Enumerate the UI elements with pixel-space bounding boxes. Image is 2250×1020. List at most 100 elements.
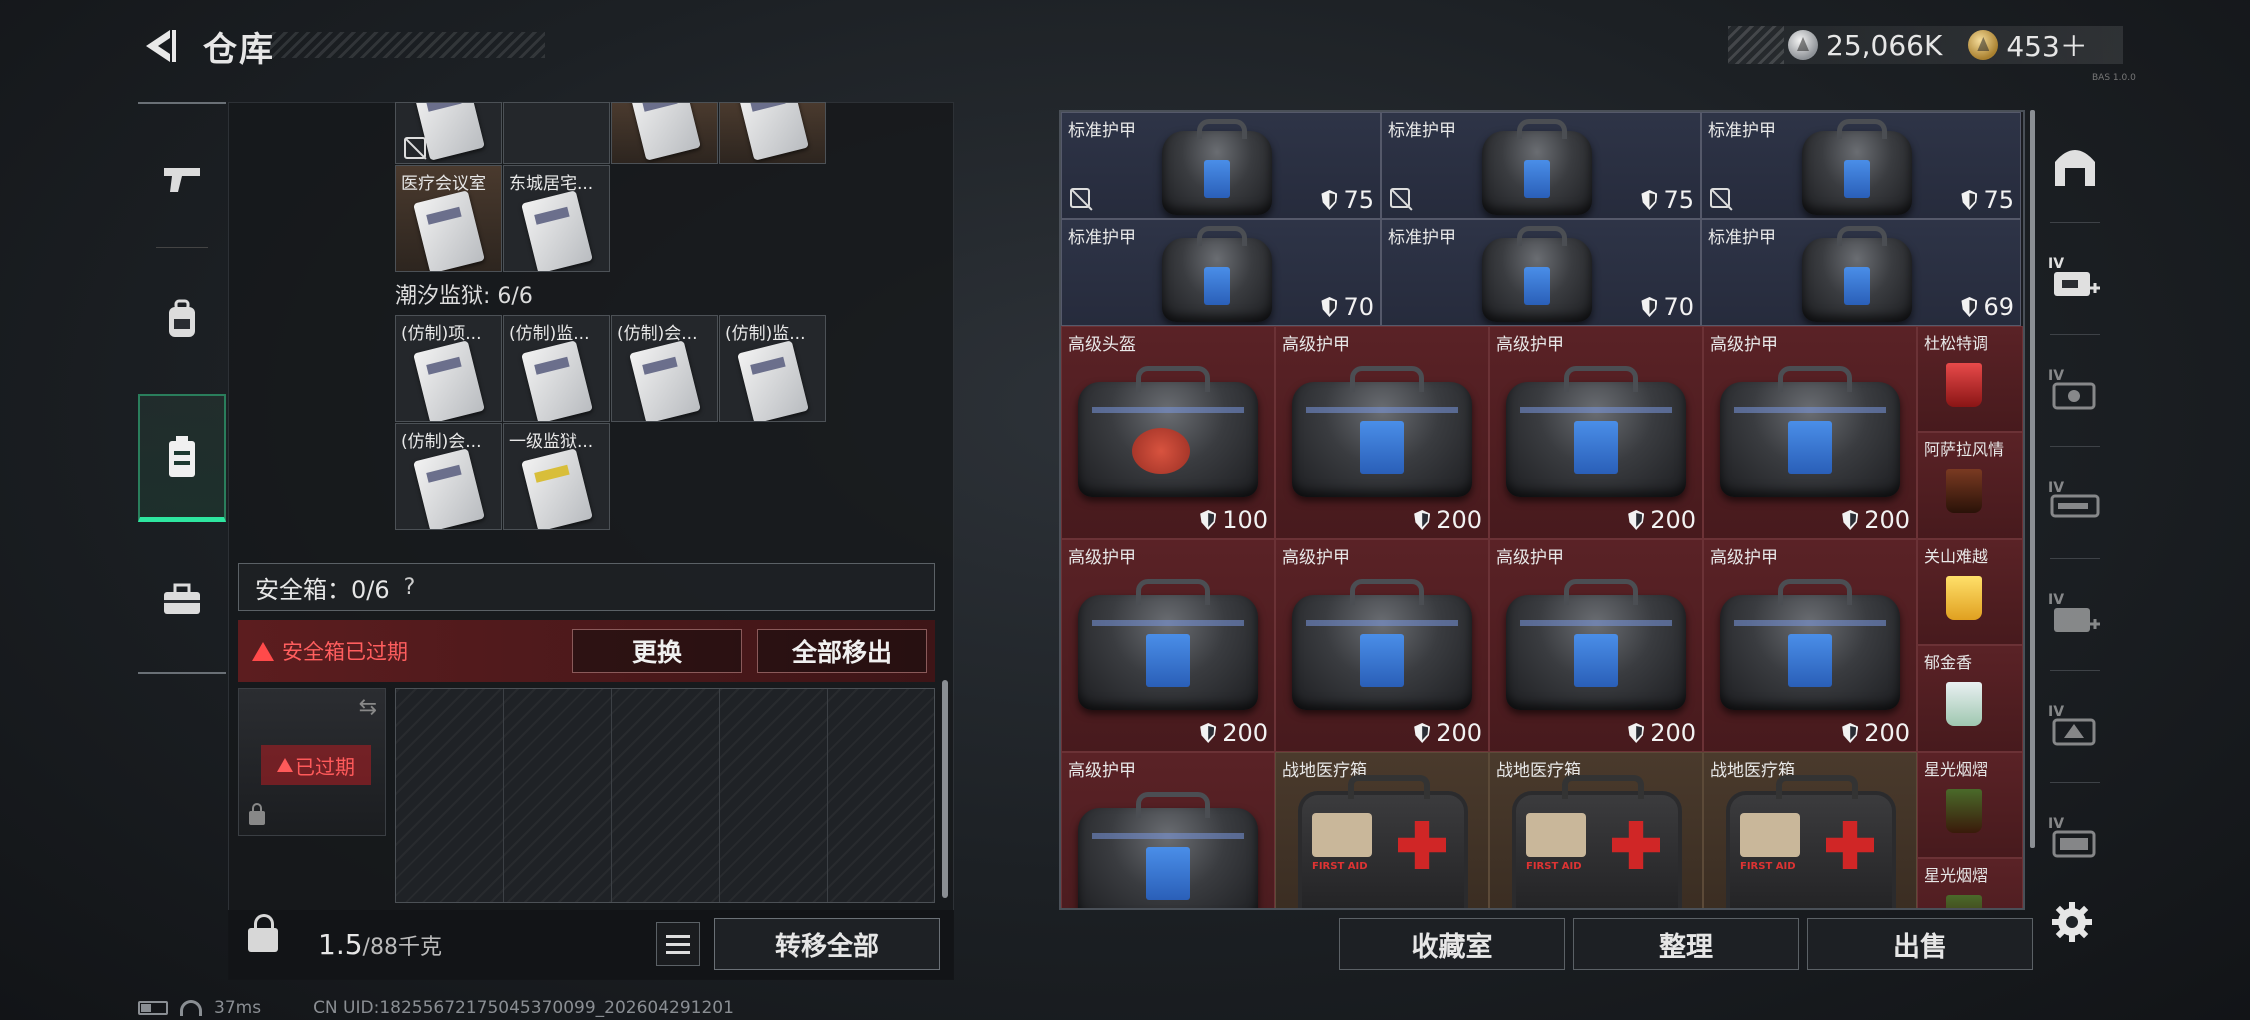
expired-badge: 已过期 [261,745,371,785]
inventory-item[interactable]: 星光烟熠 [1917,752,2023,858]
keycard-slot[interactable]: 一级监狱... [503,423,610,530]
safebox-grid[interactable] [395,688,935,903]
storage-tab-main[interactable] [2030,110,2120,222]
armor-icon [1292,578,1472,710]
shield-icon [1414,723,1431,743]
durability: 75 [1641,186,1694,214]
durability: 200 [1842,506,1910,534]
settings-button[interactable] [2050,900,2094,944]
nav-containers[interactable] [138,394,226,522]
shield-icon [1628,510,1645,530]
inventory-item[interactable]: 高级护甲 200 [1489,539,1703,752]
storage-tab-6[interactable]: IV [2030,670,2120,782]
inventory-item[interactable]: 战地医疗箱 FIRST AID [1275,752,1489,908]
armor-icon [1802,119,1912,215]
inventory-item[interactable]: 高级护甲 200 [1703,539,1917,752]
warning-icon [252,641,274,661]
storage-tab-4[interactable]: IV [2030,446,2120,558]
nav-weapons[interactable] [138,114,226,244]
untradeable-icon [1070,188,1090,208]
inventory-item[interactable]: 标准护甲 75 [1381,112,1701,219]
inventory-item[interactable]: 高级头盔 100 [1061,326,1275,539]
safebox-slot[interactable]: ⇆ 已过期 [238,688,386,836]
transfer-all-button[interactable]: 转移全部 [714,918,940,970]
expired-badge-label: 已过期 [295,754,355,779]
premium-amount[interactable]: 453＋ [2006,25,2087,65]
back-button[interactable] [135,22,185,70]
keycard-label: (仿制)会... [401,432,482,452]
storage-tab-5[interactable]: IV [2030,558,2120,670]
keycard-slot[interactable]: (仿制)会... [611,315,718,422]
pistol-icon [164,168,200,192]
item-name: 高级护甲 [1496,335,1564,355]
keycard-icon [629,103,701,161]
inventory-item[interactable]: 高级护甲 200 [1275,326,1489,539]
inventory-item[interactable]: 关山难越 [1917,539,2023,645]
keycard-slot[interactable]: (仿制)项... [395,315,502,422]
sort-button[interactable]: 整理 [1573,918,1799,970]
nav-toolbox[interactable] [138,534,226,664]
lock-icon[interactable] [248,914,278,952]
inventory-item[interactable]: 阿萨拉风情 [1917,432,2023,539]
safebox-header: 安全箱：0/6 ? [238,563,935,611]
inventory-item[interactable]: 标准护甲 70 [1061,219,1381,326]
shield-icon [1641,297,1658,317]
inventory-panel: 标准护甲 75 标准护甲 75 标准护甲 75 标准护甲 70 标准护甲 70 … [1059,110,2025,910]
inventory-item[interactable]: 郁金香 [1917,645,2023,752]
item-name: 关山难越 [1924,547,1989,566]
keycard-slot[interactable] [611,102,718,164]
keycard-slot[interactable] [395,102,502,164]
sell-button[interactable]: 出售 [1807,918,2033,970]
keycard-icon [413,190,485,271]
keycard-icon [521,190,593,271]
inventory-item[interactable]: 高级护甲 200 [1275,539,1489,752]
drink-icon [1946,895,1982,908]
armor-icon [1292,365,1472,497]
keycard-slot[interactable]: (仿制)监... [503,315,610,422]
inventory-item[interactable]: 标准护甲 75 [1701,112,2021,219]
durability: 100 [1200,506,1268,534]
keycard-slot[interactable] [719,102,826,164]
inventory-item[interactable]: 杜松特调 [1917,326,2023,432]
replace-button[interactable]: 更换 [572,629,742,673]
list-view-button[interactable] [656,922,700,966]
svg-text:IV: IV [2048,592,2064,608]
storage-tab-3[interactable]: IV [2030,334,2120,446]
inventory-item[interactable]: 战地医疗箱 FIRST AID [1489,752,1703,908]
stash-scrollbar[interactable] [942,680,948,898]
keycard-slot[interactable]: (仿制)会... [395,423,502,530]
durability: 70 [1641,293,1694,321]
nav-equipment[interactable] [138,254,226,384]
keycard-slot[interactable]: (仿制)监... [719,315,826,422]
keycard-slot[interactable]: 医疗会议室 [395,165,502,272]
inventory-item[interactable]: 战地医疗箱 FIRST AID [1703,752,1917,908]
keycard-label: 一级监狱... [509,432,594,452]
title-decoration [270,32,545,58]
storage-tab-2[interactable]: IV [2030,222,2120,334]
inventory-item[interactable]: 高级护甲 200 [1703,326,1917,539]
inventory-item[interactable]: 标准护甲 70 [1381,219,1701,326]
collection-room-button[interactable]: 收藏室 [1339,918,1565,970]
inventory-item[interactable]: 高级护甲 [1061,752,1275,908]
stash-footer: 1.5/88千克 转移全部 [228,910,954,980]
armor-icon [1720,365,1900,497]
inventory-actions: 收藏室 整理 出售 [1059,910,2033,980]
inventory-item[interactable]: 标准护甲 69 [1701,219,2021,326]
inventory-item[interactable]: 星光烟熠 [1917,858,2023,908]
swap-icon[interactable]: ⇆ [359,695,377,720]
move-all-out-button[interactable]: 全部移出 [757,629,927,673]
inventory-item[interactable]: 高级护甲 200 [1061,539,1275,752]
empty-slot[interactable] [503,102,610,164]
keycard-icon [737,340,809,421]
inventory-item[interactable]: 高级护甲 200 [1489,326,1703,539]
weight-indicator: 1.5/88千克 [318,928,442,961]
coin-icon [1788,30,1818,60]
item-name: 阿萨拉风情 [1924,440,2005,459]
item-name: 标准护甲 [1708,121,1776,141]
keycard-slot[interactable]: 东城居宅... [503,165,610,272]
durability: 75 [1961,186,2014,214]
storage-tab-7[interactable]: IV [2030,782,2120,894]
help-icon[interactable]: ? [404,575,416,600]
inventory-item[interactable]: 标准护甲 75 [1061,112,1381,219]
grid-line [503,689,504,902]
